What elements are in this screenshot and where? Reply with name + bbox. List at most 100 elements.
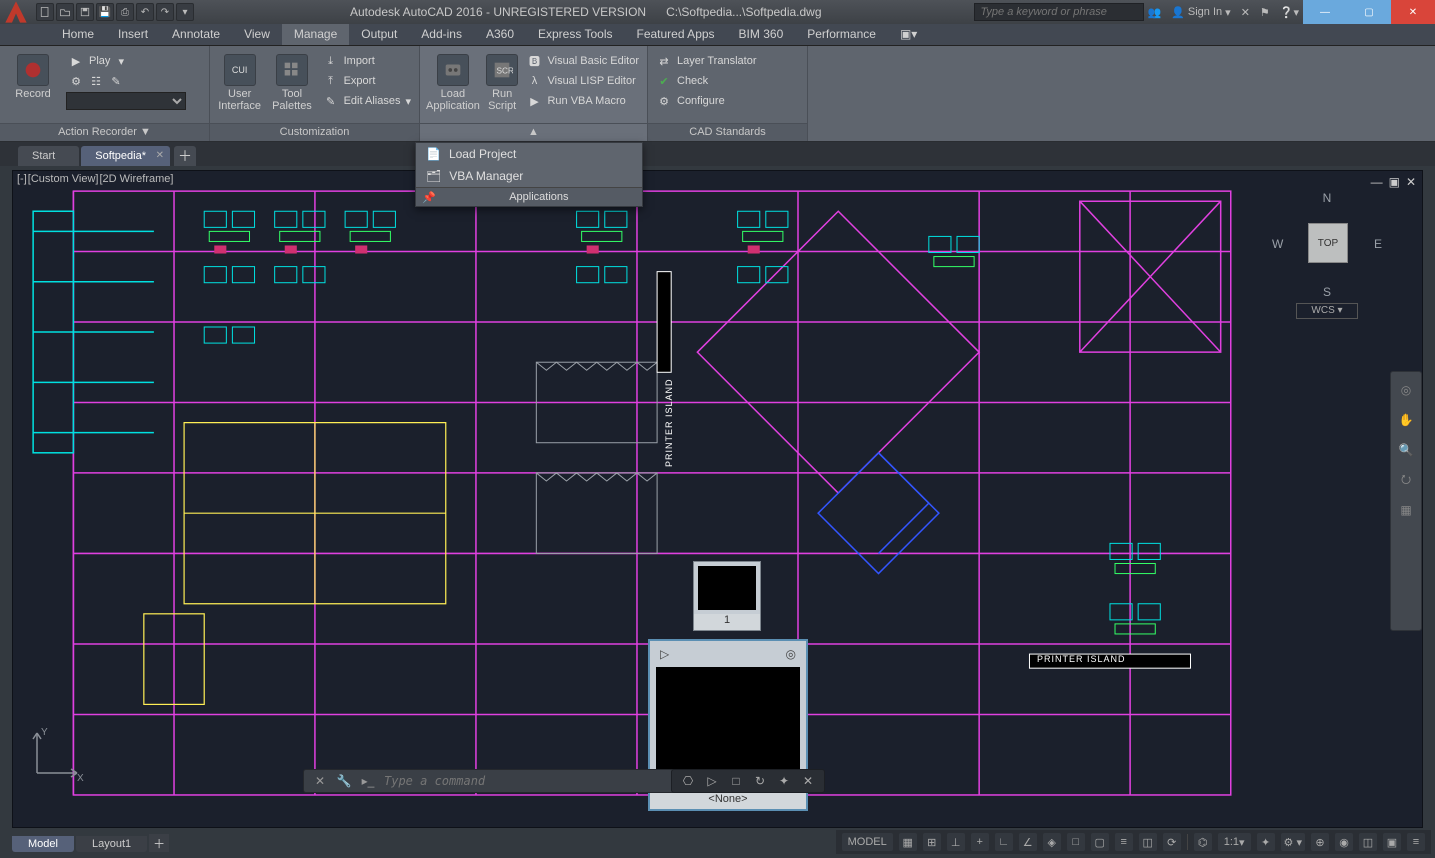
viewcube-face[interactable]: TOP [1308,223,1348,263]
signin-button[interactable]: 👤 Sign In ▾ [1171,6,1230,19]
tab-featured[interactable]: Featured Apps [624,24,726,45]
status-ortho-icon[interactable]: ∟ [995,833,1013,851]
tab-view[interactable]: View [232,24,282,45]
status-annoscale-icon[interactable]: ⌬ [1194,833,1212,851]
file-tab-softpedia[interactable]: Softpedia*✕ [81,146,170,166]
tab-a360[interactable]: A360 [474,24,526,45]
status-scale-button[interactable]: 1:1 ▾ [1218,833,1251,851]
nav-pan-icon[interactable]: ✋ [1396,410,1416,430]
anim-play-icon[interactable]: ▷ [660,647,669,661]
vba-manager-button[interactable]: 🗂VBA Manager [416,165,642,187]
sm-play-icon[interactable]: ▷ [704,773,720,789]
tab-addins[interactable]: Add-ins [409,24,474,45]
layout-tab-add-button[interactable]: ＋ [149,834,169,852]
run-script-button[interactable]: SCR Run Script [486,50,519,112]
qat-saveas-icon[interactable]: 💾 [96,3,114,21]
viewcube-wcs[interactable]: WCS ▾ [1296,303,1358,319]
tab-annotate[interactable]: Annotate [160,24,232,45]
nav-orbit-icon[interactable]: ⭮ [1396,470,1416,490]
play-button[interactable]: ▶Play ▾ [66,52,186,70]
status-workspace-icon[interactable]: ⚙ ▾ [1281,833,1305,851]
tab-home[interactable]: Home [50,24,106,45]
drawing-area[interactable]: [-][Custom View][2D Wireframe] — ▣ ✕ [12,170,1423,828]
window-minimize-button[interactable]: — [1303,0,1347,24]
import-button[interactable]: ⤓Import [321,52,413,70]
sm-loop-icon[interactable]: ↻ [752,773,768,789]
status-customize-icon[interactable]: ≡ [1407,833,1425,851]
status-annovis-icon[interactable]: ✦ [1257,833,1275,851]
status-dyninput-icon[interactable]: + [971,833,989,851]
tab-insert[interactable]: Insert [106,24,160,45]
commandline-customize-icon[interactable]: 🔧 [336,773,352,789]
nav-zoom-icon[interactable]: 🔍 [1396,440,1416,460]
tab-output[interactable]: Output [349,24,409,45]
showmotion-shot-card[interactable]: 1 [693,561,761,631]
ucs-icon[interactable]: YX [27,723,87,783]
sm-pin-icon[interactable]: ⎔ [680,773,696,789]
layer-translator-button[interactable]: ⇄Layer Translator [654,52,758,70]
panel-label-applications[interactable]: ▲ [420,123,647,141]
sm-stop-icon[interactable]: □ [728,773,744,789]
user-interface-button[interactable]: CUI User Interface [216,50,263,112]
infocenter-search-button[interactable]: 👥 [1148,6,1162,19]
status-osnap-icon[interactable]: □ [1067,833,1085,851]
status-isolate-icon[interactable]: ◫ [1359,833,1377,851]
actrec-tree-icon[interactable]: ☷ [88,73,104,89]
visual-lisp-editor-button[interactable]: λVisual LISP Editor [524,72,641,90]
viewcube-s[interactable]: S [1323,285,1331,299]
actrec-insert-icon[interactable]: ✎ [108,73,124,89]
viewcube-e[interactable]: E [1374,237,1382,251]
qat-plot-icon[interactable]: ⎙ [116,3,134,21]
visual-basic-editor-button[interactable]: 🅱Visual Basic Editor [524,52,641,70]
status-transparency-icon[interactable]: ◫ [1139,833,1157,851]
sm-new-icon[interactable]: ✦ [776,773,792,789]
status-isodraft-icon[interactable]: ◈ [1043,833,1061,851]
action-name-select[interactable] [66,92,186,110]
viewcube-n[interactable]: N [1323,191,1332,205]
status-polar-icon[interactable]: ∠ [1019,833,1037,851]
app-logo[interactable] [0,0,32,24]
qat-undo-icon[interactable]: ↶ [136,3,154,21]
status-model-button[interactable]: MODEL [842,833,893,851]
close-tab-icon[interactable]: ✕ [156,150,164,161]
status-lineweight-icon[interactable]: ≡ [1115,833,1133,851]
file-tab-start[interactable]: Start [18,146,79,166]
qat-more-icon[interactable]: ▾ [176,3,194,21]
qat-open-icon[interactable] [56,3,74,21]
exchange-apps-icon[interactable]: ✕ [1241,6,1250,19]
edit-aliases-button[interactable]: ✎Edit Aliases ▾ [321,92,413,110]
status-snap-icon[interactable]: ⊞ [923,833,941,851]
window-maximize-button[interactable]: ▢ [1347,0,1391,24]
applications-flyout-footer[interactable]: 📌Applications [416,187,642,206]
load-application-button[interactable]: Load Application [426,50,480,112]
layout-tab-model[interactable]: Model [12,836,74,852]
tab-express[interactable]: Express Tools [526,24,624,45]
qat-new-icon[interactable] [36,3,54,21]
check-button[interactable]: ✔Check [654,72,758,90]
infocenter-search-input[interactable] [974,3,1144,21]
nav-showmotion-icon[interactable]: ▦ [1396,500,1416,520]
window-close-button[interactable]: ✕ [1391,0,1435,24]
anim-loop-icon[interactable]: ◎ [786,647,796,661]
status-annomonitor-icon[interactable]: ⊕ [1311,833,1329,851]
status-cycling-icon[interactable]: ⟳ [1163,833,1181,851]
export-button[interactable]: ⤒Export [321,72,413,90]
commandline-close-icon[interactable]: ✕ [312,773,328,789]
new-file-tab-button[interactable]: ＋ [174,146,196,166]
status-cleanscreen-icon[interactable]: ▣ [1383,833,1401,851]
status-hardware-icon[interactable]: ◉ [1335,833,1353,851]
actrec-pref-icon[interactable]: ⚙ [68,73,84,89]
stayconnected-icon[interactable]: ⚑ [1260,6,1270,19]
status-autosnap-icon[interactable]: ▢ [1091,833,1109,851]
load-project-button[interactable]: 📄Load Project [416,143,642,165]
nav-wheel-icon[interactable]: ◎ [1396,380,1416,400]
tool-palettes-button[interactable]: Tool Palettes [269,50,314,112]
record-button[interactable]: Record [6,50,60,100]
sm-close-icon[interactable]: ✕ [800,773,816,789]
viewcube[interactable]: N S E W TOP WCS ▾ [1272,191,1382,321]
tab-bim360[interactable]: BIM 360 [727,24,796,45]
qat-save-icon[interactable] [76,3,94,21]
help-icon[interactable]: ❔▾ [1280,6,1299,19]
viewcube-w[interactable]: W [1272,237,1283,251]
ribbon-minimize-icon[interactable]: ▣▾ [888,24,929,45]
